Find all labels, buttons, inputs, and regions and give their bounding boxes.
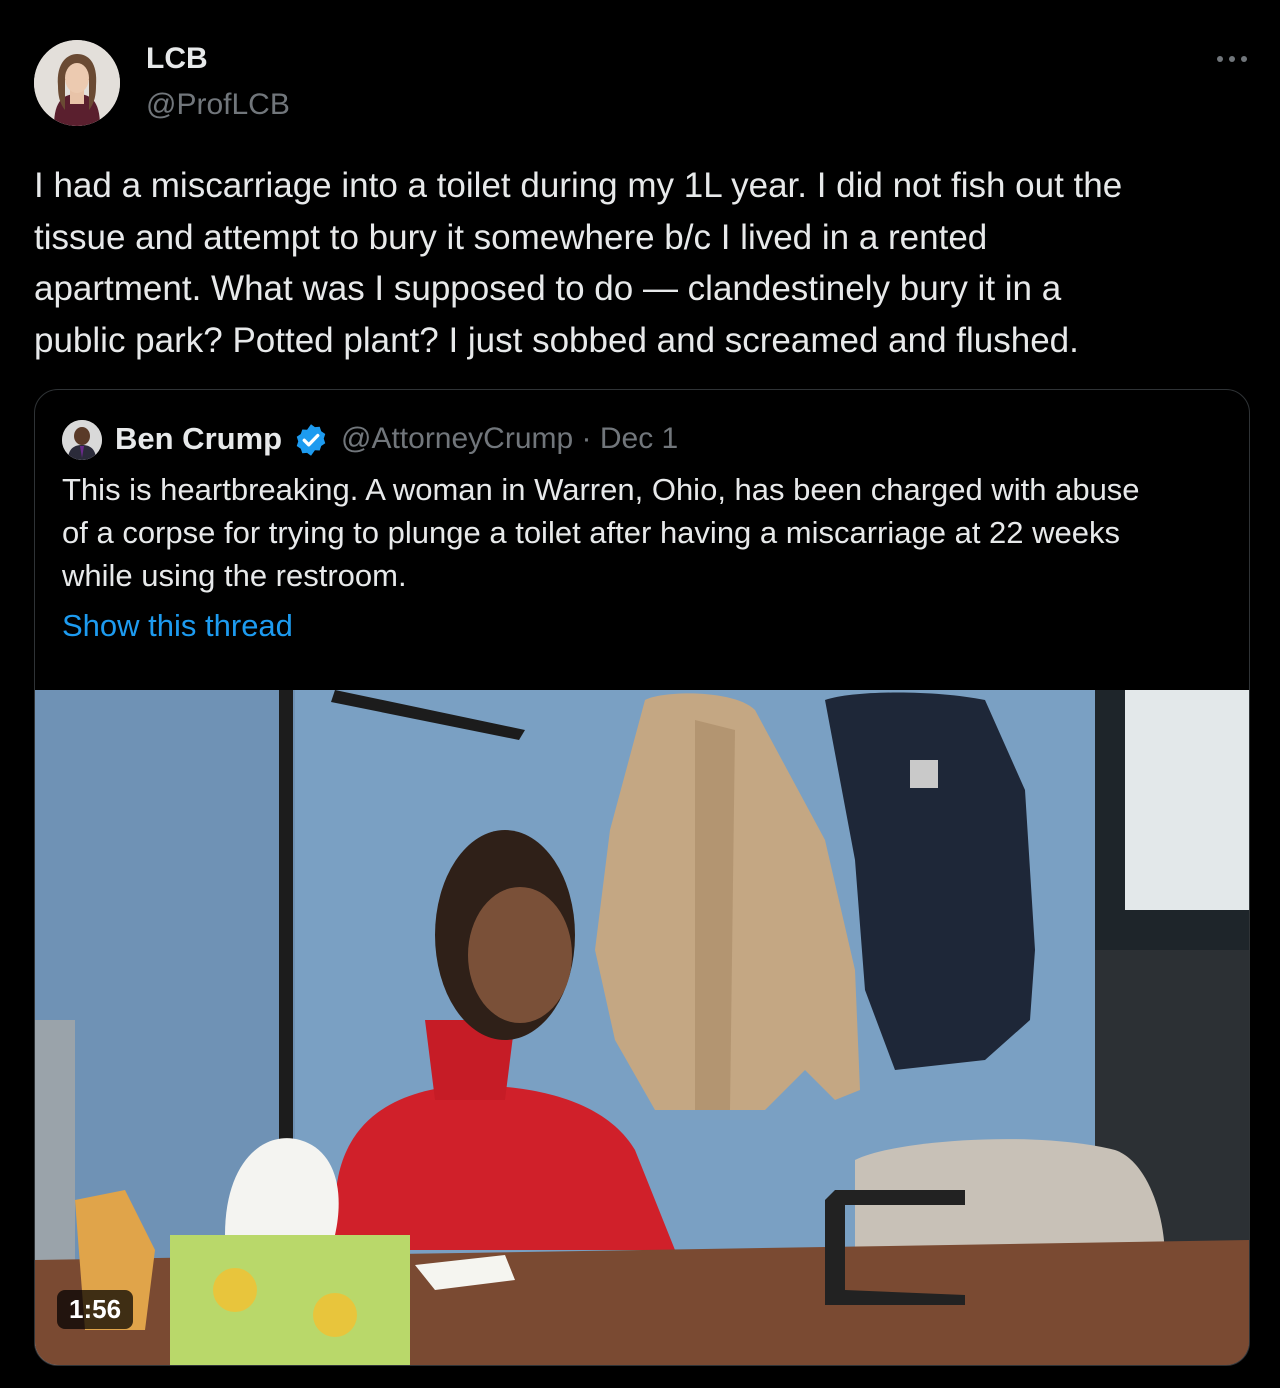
- video-thumbnail: [35, 690, 1249, 1365]
- quoted-tweet-text: This is heartbreaking. A woman in Warren…: [62, 472, 1140, 593]
- verified-badge-icon: [293, 422, 329, 458]
- quoted-author-handle-date[interactable]: @AttorneyCrump · Dec 1: [341, 422, 678, 456]
- quoted-author-avatar-image: [62, 420, 102, 460]
- video-duration-badge: 1:56: [57, 1290, 134, 1329]
- quoted-author-name[interactable]: Ben Crump: [115, 421, 282, 457]
- quoted-tweet-card[interactable]: Ben Crump @AttorneyCrump · Dec 1 This is…: [34, 389, 1250, 1366]
- author-handle[interactable]: @ProfLCB: [146, 88, 290, 122]
- author-avatar[interactable]: [34, 40, 120, 126]
- author-avatar-image: [34, 40, 120, 126]
- author-name[interactable]: LCB: [146, 42, 208, 76]
- more-horizontal-icon: [1217, 56, 1247, 62]
- more-options-button[interactable]: [1212, 44, 1252, 74]
- video-player[interactable]: 1:56: [35, 690, 1249, 1365]
- quoted-author-avatar[interactable]: [62, 420, 102, 460]
- show-thread-link[interactable]: Show this thread: [62, 608, 293, 644]
- tweet-text: I had a miscarriage into a toilet during…: [34, 166, 1123, 360]
